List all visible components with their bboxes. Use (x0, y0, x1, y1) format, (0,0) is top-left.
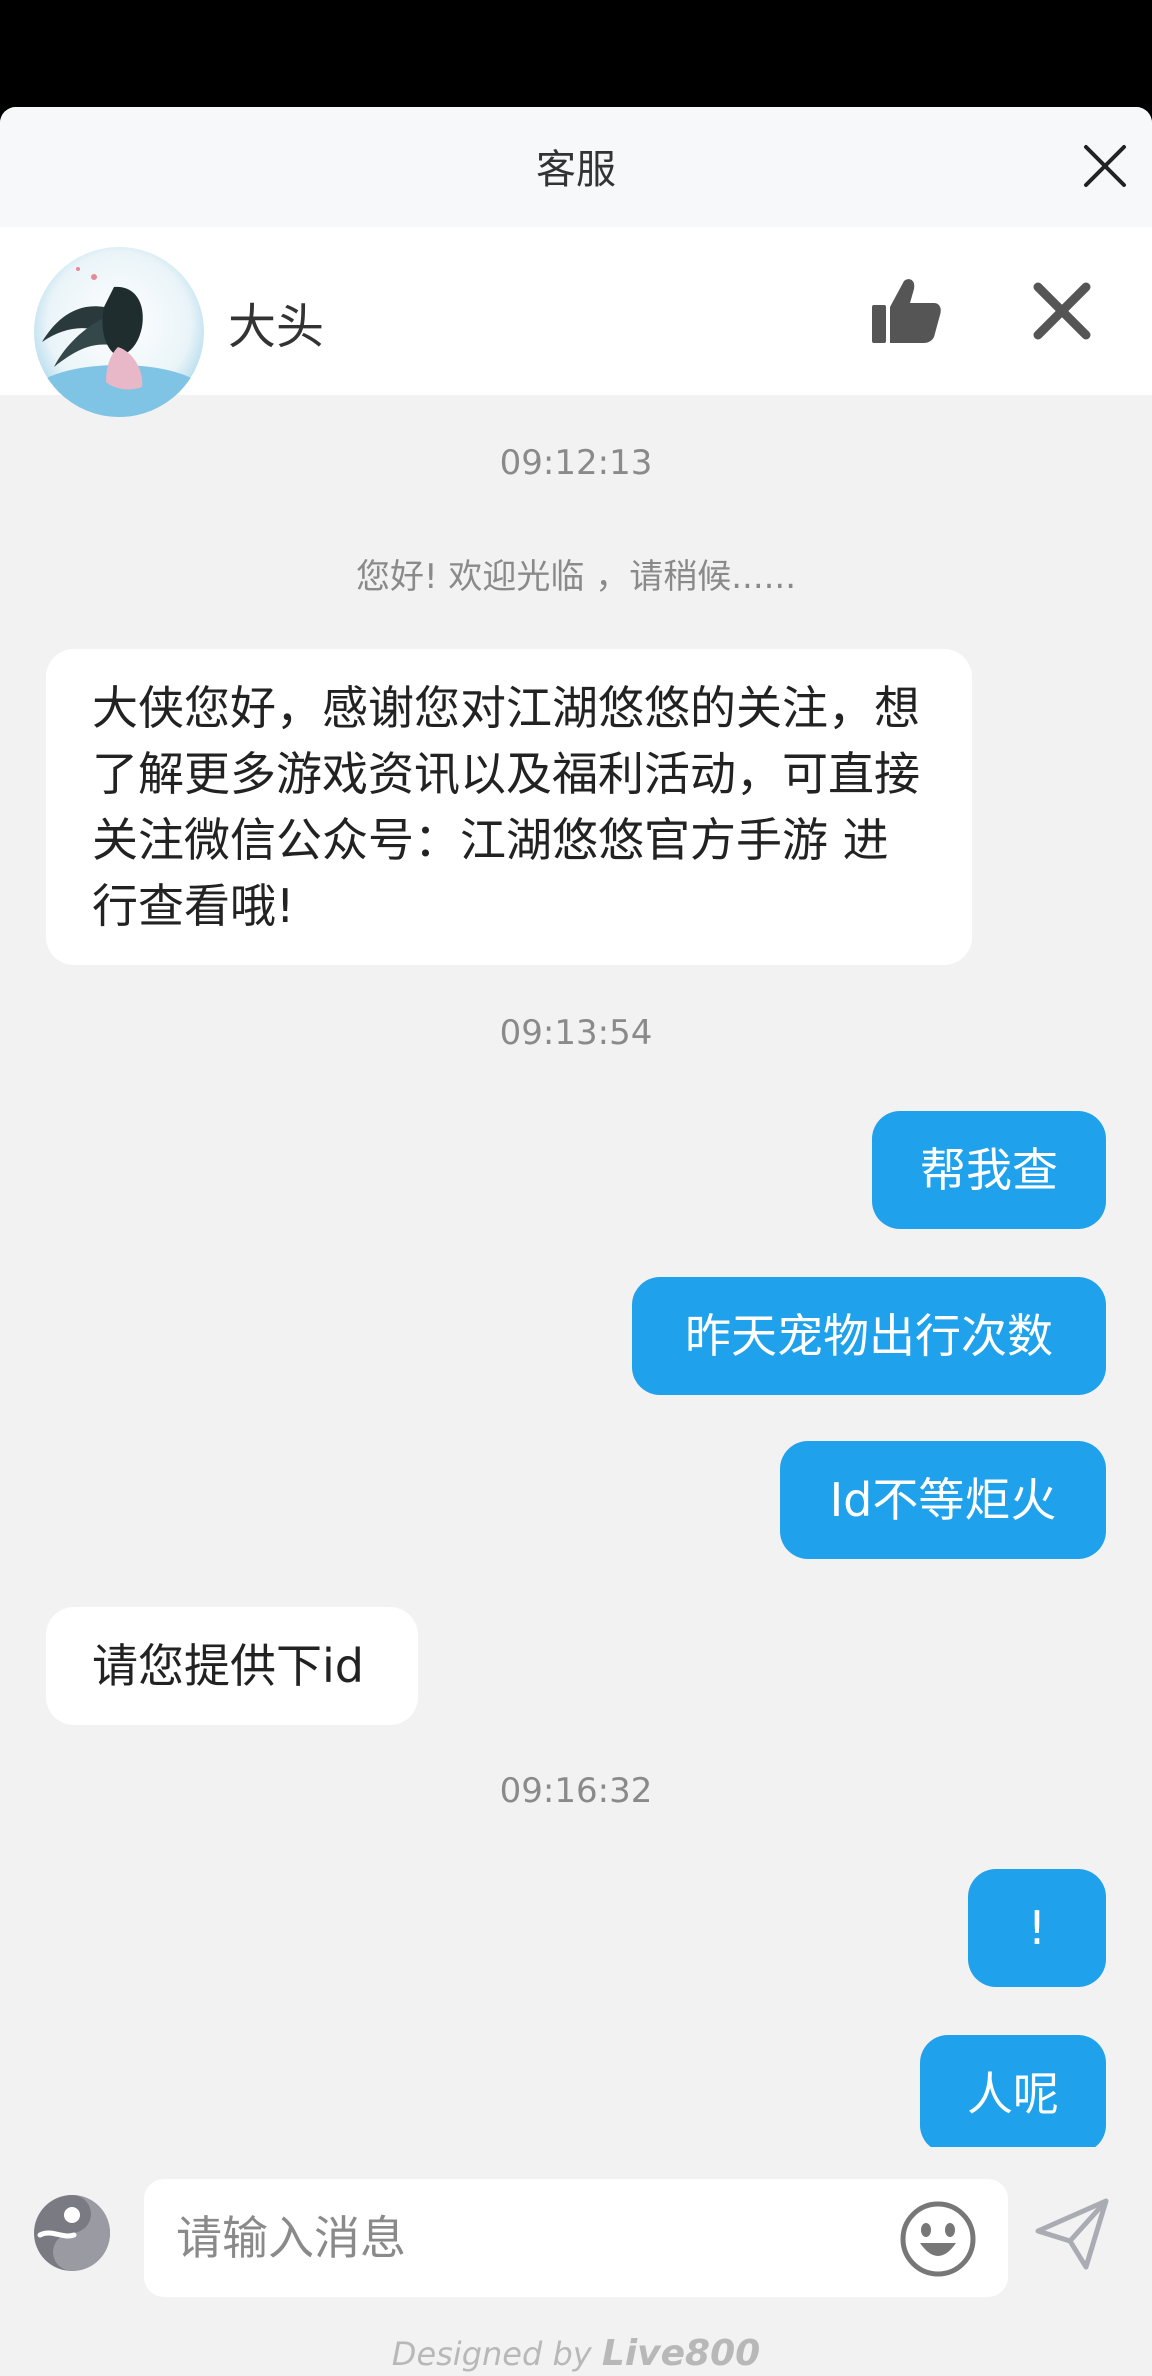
brand-logo: Live800 (601, 2333, 761, 2374)
yin-yang-icon[interactable] (32, 2193, 112, 2273)
message-input[interactable] (144, 2179, 1008, 2297)
agent-header: 大头 (0, 227, 1152, 417)
emoji-icon[interactable] (898, 2199, 978, 2279)
end-chat-icon[interactable] (1030, 279, 1094, 343)
timestamp: 09:13:54 (499, 1013, 653, 1053)
close-icon[interactable] (1080, 141, 1130, 191)
message-list: 09:12:13 您好! 欢迎光临 ，请稍候...... 大侠您好，感谢您对江湖… (0, 395, 1152, 2155)
title-bar: 客服 (0, 107, 1152, 227)
chat-window: 客服 大头 09:12:13 您好! 欢迎光临 ，请稍候...... 大侠您好，… (0, 107, 1152, 2376)
timestamp: 09:12:13 (499, 443, 653, 483)
user-message: 昨天宠物出行次数 (632, 1277, 1106, 1395)
designed-by: Designed by Live800 (0, 2333, 1152, 2374)
input-bar: Designed by Live800 (0, 2147, 1152, 2376)
user-message: ! (968, 1869, 1106, 1987)
agent-message: 请您提供下id (46, 1607, 418, 1725)
user-message: 人呢 (920, 2035, 1106, 2153)
avatar (34, 247, 204, 417)
page-title: 客服 (536, 147, 616, 193)
timestamp: 09:16:32 (499, 1771, 653, 1811)
system-message: 您好! 欢迎光临 ，请稍候...... (355, 557, 797, 597)
user-message: Id不等炬火 (780, 1441, 1106, 1559)
send-icon[interactable] (1034, 2197, 1110, 2273)
agent-name: 大头 (228, 299, 325, 355)
agent-message: 大侠您好，感谢您对江湖悠悠的关注，想了解更多游戏资讯以及福利活动，可直接关注微信… (46, 649, 972, 965)
thumbs-up-icon[interactable] (870, 275, 942, 347)
user-message: 帮我查 (872, 1111, 1106, 1229)
designed-by-text: Designed by (391, 2335, 592, 2373)
